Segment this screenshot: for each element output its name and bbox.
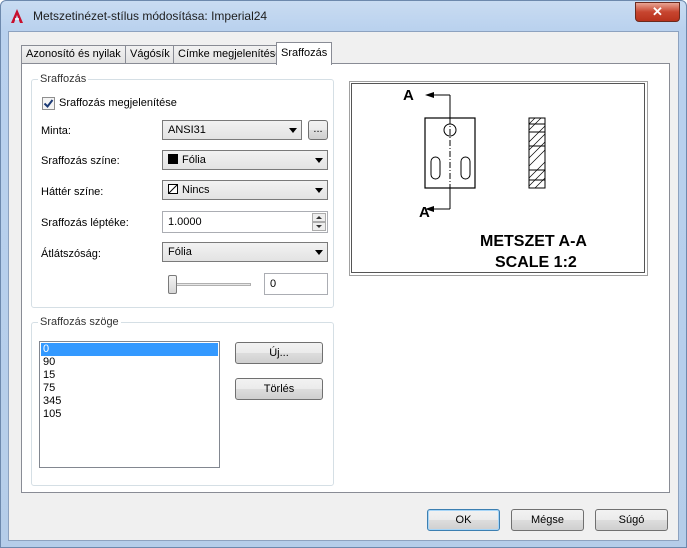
hatch-scale-spinner[interactable]: 1.0000	[162, 211, 328, 233]
tab-identifier-arrows[interactable]: Azonosító és nyilak	[21, 45, 126, 64]
preview-frame: A A METSZET A-A SCALE 1:2	[351, 83, 645, 273]
tab-hatching[interactable]: Sraffozás	[276, 42, 333, 65]
angle-listbox[interactable]: 0 90 15 75 345 105	[39, 341, 220, 468]
chevron-down-icon	[315, 188, 323, 193]
no-color-swatch-icon	[168, 184, 178, 194]
show-hatch-checkbox[interactable]	[42, 97, 55, 110]
angle-list-item[interactable]: 15	[41, 369, 218, 382]
autocad-app-icon	[11, 9, 23, 23]
spin-down-button[interactable]	[312, 222, 326, 231]
angle-list-item[interactable]: 105	[41, 408, 218, 421]
help-button[interactable]: Súgó	[595, 509, 668, 531]
hatching-group: Sraffozás Sraffozás megjelenítése Minta:…	[31, 73, 334, 308]
section-label-top: A	[403, 87, 414, 104]
angle-list-item[interactable]: 75	[41, 382, 218, 395]
hatch-color-label: Sraffozás színe:	[41, 155, 120, 167]
angle-list-item[interactable]: 0	[41, 343, 218, 356]
hatch-scale-value: 1.0000	[168, 216, 202, 228]
checkmark-icon	[43, 99, 54, 109]
spin-up-button[interactable]	[312, 213, 326, 222]
angle-list-item[interactable]: 345	[41, 395, 218, 408]
close-button[interactable]: ✕	[635, 2, 680, 22]
background-color-dropdown[interactable]: Nincs	[162, 180, 328, 200]
chevron-down-icon	[315, 250, 323, 255]
title-bar[interactable]: Metszetinézet-stílus módosítása: Imperia…	[1, 1, 686, 31]
transparency-slider-value: 0	[270, 278, 277, 290]
dialog-client-area: Azonosító és nyilak Vágósík Címke megjel…	[8, 31, 679, 541]
preview-caption-scale: SCALE 1:2	[495, 254, 577, 271]
hatch-scale-label: Sraffozás léptéke:	[41, 217, 129, 229]
preview-caption-title: METSZET A-A	[480, 233, 587, 250]
hatch-angle-group-title: Sraffozás szöge	[38, 316, 121, 328]
transparency-value-field[interactable]: 0	[264, 273, 328, 295]
ok-button[interactable]: OK	[427, 509, 500, 531]
transparency-slider-thumb[interactable]	[168, 275, 177, 294]
hatch-color-dropdown[interactable]: Fólia	[162, 150, 328, 170]
angle-list-item[interactable]: 90	[41, 356, 218, 369]
hatching-group-title: Sraffozás	[38, 73, 89, 85]
arrow-up-icon	[316, 216, 322, 219]
delete-angle-button[interactable]: Törlés	[235, 378, 323, 400]
tab-cutting-plane[interactable]: Vágósík	[125, 45, 175, 64]
window-title: Metszetinézet-stílus módosítása: Imperia…	[33, 9, 268, 23]
arrow-down-icon	[316, 225, 322, 228]
section-label-bottom: A	[419, 204, 430, 221]
hatch-color-value: Fólia	[182, 154, 206, 166]
section-preview-panel: A A METSZET A-A SCALE 1:2	[349, 81, 648, 276]
transparency-value: Fólia	[168, 246, 192, 258]
new-angle-button[interactable]: Új...	[235, 342, 323, 364]
chevron-down-icon	[289, 128, 297, 133]
tab-label-display[interactable]: Címke megjelenítése	[173, 45, 287, 64]
chevron-down-icon	[315, 158, 323, 163]
transparency-slider-track[interactable]	[169, 283, 251, 286]
cancel-button[interactable]: Mégse	[511, 509, 584, 531]
hatching-tab-panel: Sraffozás Sraffozás megjelenítése Minta:…	[21, 63, 670, 493]
show-hatch-label: Sraffozás megjelenítése	[59, 97, 177, 109]
pattern-value: ANSI31	[168, 124, 206, 136]
pattern-label: Minta:	[41, 125, 71, 137]
background-color-label: Háttér színe:	[41, 186, 104, 198]
transparency-label: Átlátszóság:	[41, 248, 101, 260]
dialog-window: Metszetinézet-stílus módosítása: Imperia…	[0, 0, 687, 548]
background-color-value: Nincs	[182, 184, 210, 196]
pattern-dropdown[interactable]: ANSI31	[162, 120, 302, 140]
color-swatch	[168, 154, 178, 164]
pattern-browse-button[interactable]: ...	[308, 120, 328, 140]
transparency-dropdown[interactable]: Fólia	[162, 242, 328, 262]
hatch-angle-group: Sraffozás szöge 0 90 15 75 345 105 Új...…	[31, 316, 334, 486]
